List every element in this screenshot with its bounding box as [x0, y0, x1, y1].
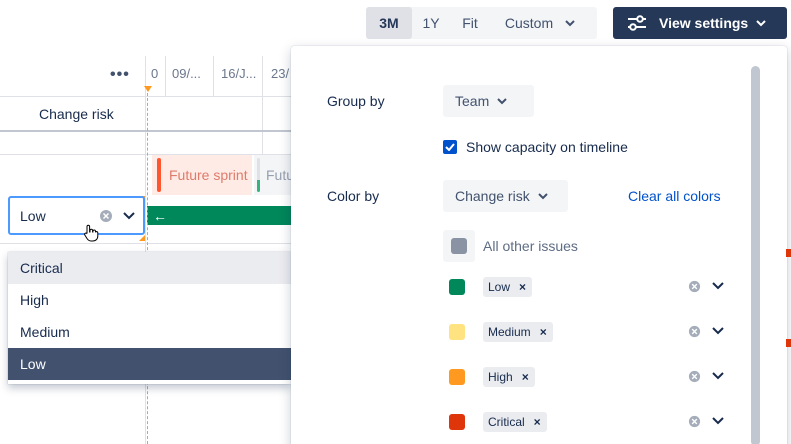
option-medium[interactable]: Medium: [8, 316, 291, 348]
option-high[interactable]: High: [8, 284, 291, 316]
date-divider: [262, 56, 263, 156]
row-divider: [0, 243, 291, 244]
range-1y-label: 1Y: [422, 15, 440, 31]
high-color-swatch[interactable]: [449, 369, 465, 385]
today-marker-icon: [139, 235, 145, 241]
sliders-icon: [628, 15, 646, 31]
group-by-label: Group by: [327, 93, 385, 109]
option-critical[interactable]: Critical: [8, 252, 291, 284]
timeline-range-selector: 3M 1Y Fit Custom: [366, 7, 597, 39]
show-capacity-label[interactable]: Show capacity on timeline: [466, 139, 628, 155]
clear-icon[interactable]: [688, 280, 701, 293]
clear-icon[interactable]: [99, 209, 113, 223]
today-marker-icon: [144, 86, 152, 92]
chevron-down-icon[interactable]: [712, 417, 724, 425]
clear-all-colors-link[interactable]: Clear all colors: [628, 188, 721, 204]
remove-icon[interactable]: ×: [540, 325, 547, 339]
sprint-label: Future sprint: [169, 167, 248, 183]
panel-scrollbar[interactable]: [751, 66, 760, 444]
option-label: Critical: [20, 260, 63, 276]
option-label: Medium: [20, 324, 70, 340]
range-fit-button[interactable]: Fit: [450, 7, 490, 39]
date-divider: [165, 56, 166, 96]
critical-value-tag: Critical ×: [483, 412, 547, 432]
range-custom-button[interactable]: Custom: [490, 7, 582, 39]
chevron-down-icon[interactable]: [123, 211, 135, 220]
option-low[interactable]: Low: [8, 348, 291, 380]
tag-label: Medium: [488, 325, 531, 339]
change-risk-options-menu: Critical High Medium Low: [8, 252, 291, 384]
chevron-down-icon: [756, 19, 766, 26]
range-custom-label: Custom: [504, 15, 554, 31]
date-label: 0: [151, 66, 159, 81]
timeline-edge-marker: [786, 249, 791, 257]
other-issues-color-button[interactable]: [443, 230, 475, 262]
remove-icon[interactable]: ×: [534, 415, 541, 429]
header-divider: [0, 96, 291, 97]
color-by-value: Change risk: [455, 188, 530, 204]
header-bottom-border: [0, 130, 291, 132]
high-value-tag: High ×: [483, 367, 535, 387]
medium-value-tag: Medium ×: [483, 322, 553, 342]
date-label: 09/...: [172, 66, 201, 81]
view-settings-button[interactable]: View settings: [613, 7, 787, 39]
pointer-hand-icon: [84, 224, 99, 242]
sprint-label: Futu: [265, 167, 294, 183]
capacity-bar: [157, 158, 161, 192]
chevron-down-icon[interactable]: [712, 372, 724, 380]
chevron-down-icon: [565, 19, 575, 26]
column-divider: [145, 56, 146, 444]
future-sprint-block: Future sprint: [152, 155, 252, 195]
tag-label: Critical: [488, 415, 525, 429]
color-swatch: [451, 238, 467, 254]
date-label: 16/J...: [221, 66, 257, 81]
more-options-icon[interactable]: •••: [110, 66, 130, 84]
chevron-down-icon[interactable]: [712, 327, 724, 335]
remove-icon[interactable]: ×: [519, 280, 526, 294]
select-value: Low: [20, 207, 46, 224]
range-1y-button[interactable]: 1Y: [412, 7, 450, 39]
low-value-tag: Low ×: [483, 277, 533, 297]
tag-label: High: [488, 370, 513, 384]
remove-icon[interactable]: ×: [522, 370, 529, 384]
range-fit-label: Fit: [462, 15, 478, 31]
clear-icon[interactable]: [688, 415, 701, 428]
tag-label: Low: [488, 280, 511, 294]
clear-icon[interactable]: [688, 370, 701, 383]
medium-color-swatch[interactable]: [449, 324, 465, 340]
color-by-label: Color by: [327, 188, 380, 204]
group-by-select[interactable]: Team: [443, 85, 534, 117]
date-divider: [213, 56, 214, 96]
change-risk-column-title: Change risk: [39, 106, 114, 122]
arrow-left-icon: ←: [153, 207, 167, 224]
show-capacity-checkbox[interactable]: [443, 140, 457, 154]
date-label: 23/: [271, 66, 290, 81]
timeline-edge-marker: [786, 339, 791, 347]
checkmark-icon: [445, 143, 455, 151]
change-risk-select[interactable]: Low: [8, 196, 145, 235]
chevron-down-icon: [497, 97, 507, 104]
other-issues-label: All other issues: [483, 238, 578, 254]
option-label: High: [20, 292, 49, 308]
range-3m-button[interactable]: 3M: [366, 7, 412, 39]
capacity-bar: [257, 158, 260, 192]
critical-color-swatch[interactable]: [449, 414, 465, 430]
range-3m-label: 3M: [379, 15, 399, 31]
view-settings-label: View settings: [659, 15, 749, 31]
chevron-down-icon: [537, 192, 548, 199]
group-by-value: Team: [455, 93, 490, 109]
low-color-swatch[interactable]: [449, 279, 465, 295]
color-by-select[interactable]: Change risk: [443, 180, 568, 212]
future-sprint-block: Futu: [254, 155, 294, 195]
clear-icon[interactable]: [688, 325, 701, 338]
chevron-down-icon[interactable]: [712, 282, 724, 290]
option-label: Low: [20, 356, 46, 372]
issue-timeline-bar[interactable]: ←: [147, 206, 293, 225]
